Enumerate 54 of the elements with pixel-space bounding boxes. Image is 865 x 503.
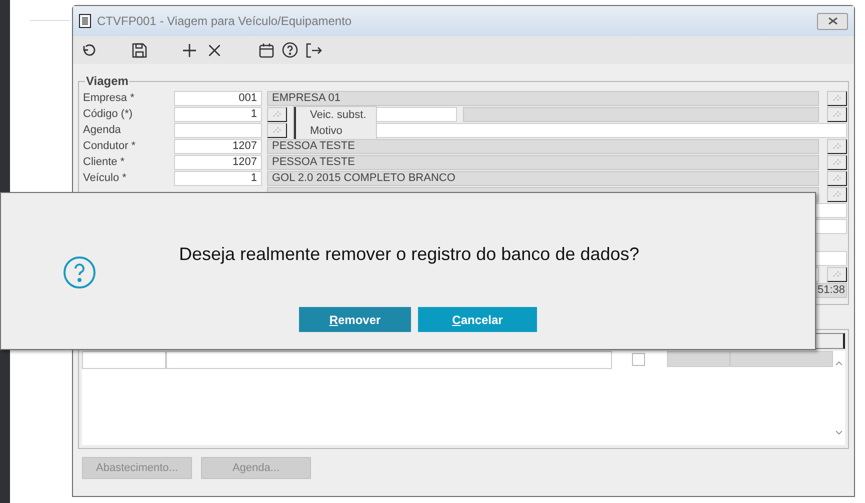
save-icon xyxy=(132,42,146,58)
field-label: Código (*) xyxy=(82,106,134,122)
lookup-button[interactable] xyxy=(827,106,847,122)
code-field[interactable]: 1 xyxy=(174,170,262,186)
lookup-button[interactable] xyxy=(827,186,847,202)
dots-icon xyxy=(833,111,841,117)
dots-icon xyxy=(833,175,841,181)
menu-item[interactable]: Motivo xyxy=(294,123,376,139)
description-field: EMPRESA 01 xyxy=(267,90,819,106)
question-icon xyxy=(63,256,96,289)
description-field: GOL 2.0 2015 COMPLETO BRANCO xyxy=(267,170,819,186)
lookup-button[interactable] xyxy=(827,90,847,106)
calendar-icon xyxy=(258,42,274,58)
checkbox[interactable] xyxy=(632,353,645,366)
close-icon xyxy=(828,17,838,25)
close-icon xyxy=(208,44,220,56)
help-icon xyxy=(282,42,298,58)
lookup-button[interactable] xyxy=(827,266,847,282)
dots-icon xyxy=(273,111,281,117)
dots-icon xyxy=(833,159,841,165)
menu-item[interactable]: Veic. subst. xyxy=(294,107,376,123)
dots-icon xyxy=(833,95,841,101)
code-field[interactable]: 1207 xyxy=(174,138,262,154)
field-label: Condutor * xyxy=(82,138,137,154)
field-label: Veículo * xyxy=(82,170,128,186)
lookup-button[interactable] xyxy=(827,170,847,186)
code-field[interactable]: 1 xyxy=(174,106,262,122)
code-field[interactable]: 1207 xyxy=(174,154,262,170)
dialog-button[interactable]: Remover xyxy=(299,307,411,332)
field-label: Agenda xyxy=(82,122,122,138)
lookup-button[interactable] xyxy=(267,106,287,122)
dots-icon xyxy=(833,191,841,197)
document-icon xyxy=(79,14,91,28)
group-title: Viagem xyxy=(85,74,130,88)
code-field[interactable] xyxy=(174,122,262,138)
plus-icon xyxy=(182,44,196,56)
exit-icon xyxy=(306,42,322,58)
undo-icon xyxy=(81,42,97,58)
dots-icon xyxy=(833,143,841,149)
help-button[interactable] xyxy=(280,40,300,60)
close-button[interactable] xyxy=(817,12,848,30)
description-field: PESSOA TESTE xyxy=(267,138,819,154)
dots-icon xyxy=(833,271,841,277)
field-label: Empresa * xyxy=(82,90,136,106)
dialog-message: Deseja realmente remover o registro do banco de dados? xyxy=(179,243,640,266)
lookup-button[interactable] xyxy=(827,138,847,154)
dots-icon xyxy=(273,127,281,133)
table-cell xyxy=(666,351,730,367)
code-field[interactable]: 001 xyxy=(174,90,262,106)
window-title: CTVFP001 - Viagem para Veículo/Equipamento xyxy=(97,13,352,30)
lookup-button[interactable] xyxy=(827,154,847,170)
lookup-button[interactable] xyxy=(267,122,287,138)
description-field: PESSOA TESTE xyxy=(267,154,819,170)
field-label: Cliente * xyxy=(82,154,126,170)
